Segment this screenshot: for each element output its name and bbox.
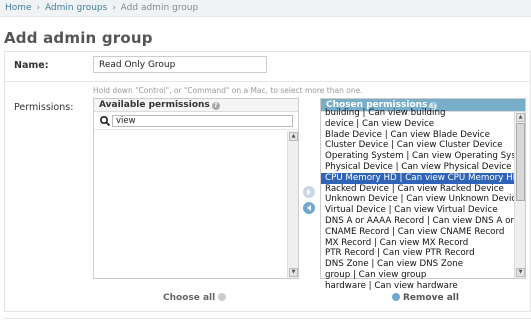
- choose-all-label: Choose all: [163, 293, 216, 303]
- available-filter-input[interactable]: [112, 115, 293, 127]
- name-form-row: Name:: [4, 51, 531, 81]
- available-permissions-list[interactable]: ▲ ▼: [94, 131, 298, 278]
- chosen-permission-option[interactable]: Cluster Device | Can view Cluster Device: [321, 140, 514, 151]
- search-icon: [99, 115, 111, 127]
- chosen-permission-option[interactable]: Blade Device | Can view Blade Device: [321, 130, 514, 141]
- chosen-permission-option[interactable]: Operating System | Can view Operating Sy…: [321, 151, 514, 162]
- permissions-form-row: Permissions: Hold down "Control", or "Co…: [4, 81, 531, 312]
- scroll-down-arrow-icon[interactable]: ▼: [516, 268, 525, 277]
- remove-all-link[interactable]: Remove all: [392, 293, 459, 303]
- chosen-scrollbar[interactable]: ▲ ▼: [514, 112, 525, 278]
- permissions-help-text: Hold down "Control", or "Command" on a M…: [93, 86, 363, 95]
- breadcrumb-current: Add admin group: [120, 3, 199, 13]
- breadcrumb: Home › Admin groups › Add admin group: [0, 0, 531, 17]
- chosen-options: building | Can view building device | Can…: [321, 108, 514, 292]
- chosen-permission-option[interactable]: Racked Device | Can view Racked Device: [321, 184, 514, 195]
- available-permissions-header: Available permissions?: [94, 99, 298, 112]
- chosen-permissions-selector: Chosen permissions? building | Can view …: [320, 98, 526, 291]
- choose-all-icon: [218, 293, 227, 301]
- chosen-permission-option[interactable]: MX Record | Can view MX Record: [321, 238, 514, 249]
- chosen-permissions-list[interactable]: building | Can view building device | Can…: [321, 108, 525, 291]
- selector-arrows: [303, 186, 315, 218]
- remove-all-icon: [392, 293, 400, 301]
- chosen-permission-option[interactable]: building | Can view building: [321, 108, 514, 119]
- chosen-permission-option[interactable]: DNS A or AAAA Record | Can view DNS A or…: [321, 216, 514, 227]
- available-permissions-title: Available permissions: [99, 100, 210, 110]
- add-arrow-icon[interactable]: [303, 186, 315, 198]
- available-scrollbar[interactable]: ▲ ▼: [287, 131, 298, 278]
- choose-all-link[interactable]: Choose all: [163, 293, 227, 303]
- chosen-permission-option[interactable]: device | Can view Device: [321, 119, 514, 130]
- name-input[interactable]: [93, 56, 267, 73]
- page-title: Add admin group: [4, 29, 153, 47]
- chosen-permission-option[interactable]: PTR Record | Can view PTR Record: [321, 248, 514, 259]
- breadcrumb-separator: ›: [36, 3, 41, 13]
- scroll-up-arrow-icon[interactable]: ▲: [289, 132, 298, 141]
- chosen-permission-option[interactable]: Virtual Device | Can view Virtual Device: [321, 205, 514, 216]
- remove-all-label: Remove all: [403, 293, 459, 303]
- help-icon: ?: [211, 102, 220, 110]
- breadcrumb-admin-groups-link[interactable]: Admin groups: [45, 3, 107, 13]
- available-filter: [94, 112, 298, 130]
- remove-arrow-icon[interactable]: [303, 202, 315, 214]
- permissions-label: Permissions:: [14, 102, 74, 113]
- chosen-permission-option[interactable]: hardware | Can view hardware: [321, 281, 514, 292]
- breadcrumb-home-link[interactable]: Home: [5, 3, 32, 13]
- next-form-row: [4, 318, 531, 330]
- chosen-permission-option[interactable]: group | Can view group: [321, 270, 514, 281]
- available-permissions-selector: Available permissions? ▲ ▼: [93, 98, 299, 279]
- chosen-permission-option[interactable]: CNAME Record | Can view CNAME Record: [321, 227, 514, 238]
- chosen-permission-option[interactable]: CPU Memory HD | Can view CPU Memory HD: [321, 172, 514, 184]
- chosen-permission-option[interactable]: Physical Device | Can view Physical Devi…: [321, 162, 514, 173]
- scroll-up-arrow-icon[interactable]: ▲: [516, 113, 525, 122]
- scroll-down-arrow-icon[interactable]: ▼: [289, 268, 298, 277]
- scrollbar-thumb[interactable]: [516, 123, 525, 201]
- breadcrumb-separator: ›: [112, 3, 116, 13]
- chosen-permission-option[interactable]: Unknown Device | Can view Unknown Device: [321, 194, 514, 205]
- chosen-permission-option[interactable]: DNS Zone | Can view DNS Zone: [321, 259, 514, 270]
- name-label: Name:: [14, 60, 49, 71]
